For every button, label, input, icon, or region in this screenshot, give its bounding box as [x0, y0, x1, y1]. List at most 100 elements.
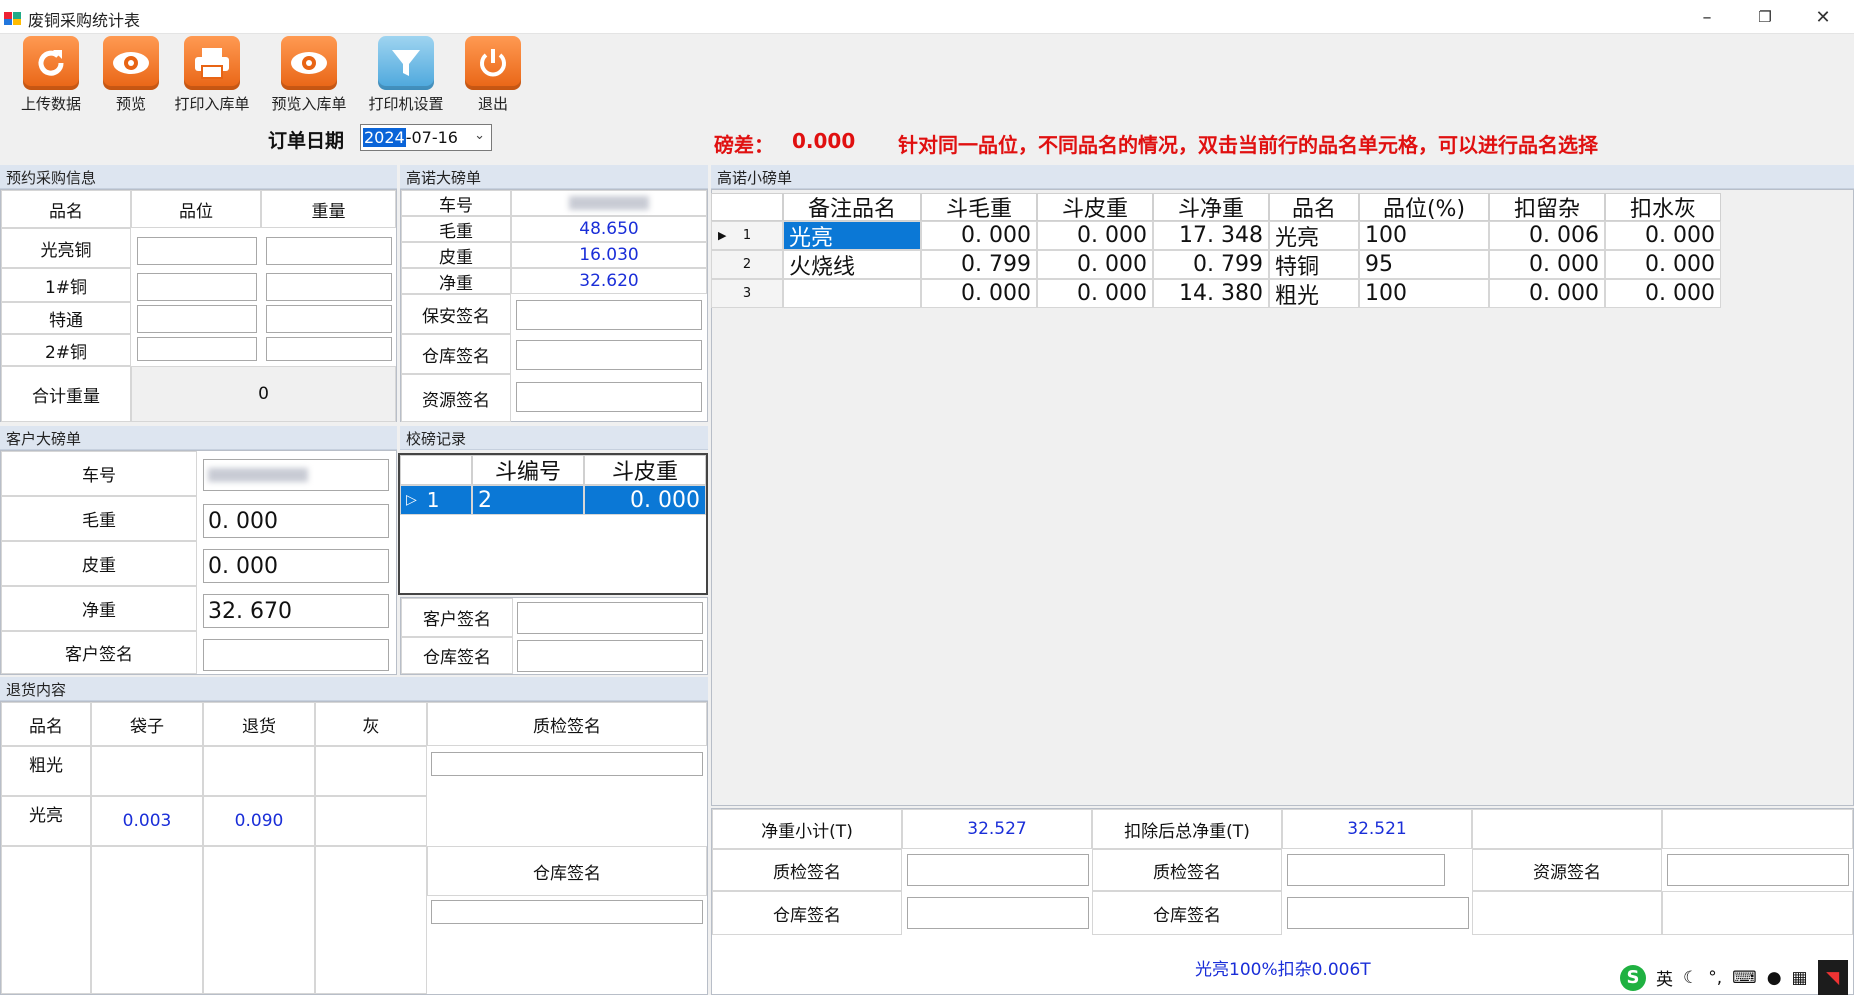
calib-customer-sign-input[interactable]: [517, 602, 703, 634]
eye-icon: [103, 36, 159, 90]
reserve-grade-input[interactable]: [137, 273, 257, 301]
grid-cell[interactable]: 0. 000: [1037, 279, 1153, 308]
grid-cell-remark[interactable]: 光亮: [783, 221, 921, 251]
return-row1-ash: [315, 746, 427, 796]
calib-cell-no[interactable]: 2: [472, 485, 584, 515]
grid-cell[interactable]: 0. 000: [1489, 279, 1605, 308]
grid-cell[interactable]: 100: [1359, 221, 1489, 250]
grid-cell[interactable]: 0. 000: [921, 279, 1037, 308]
calib-warehouse-sign-input[interactable]: [517, 640, 703, 672]
print-receipt-button[interactable]: 打印入库单: [167, 36, 257, 114]
summary-empty: [1472, 809, 1662, 849]
preview-button[interactable]: 预览: [86, 36, 176, 114]
qc-sign-input-1[interactable]: [907, 854, 1089, 886]
moon-icon[interactable]: ☾: [1683, 968, 1698, 988]
grid-cell-name[interactable]: 粗光: [1269, 279, 1359, 309]
qc-sign-label-1: 质检签名: [712, 849, 902, 891]
preview-receipt-button[interactable]: 预览入库单: [264, 36, 354, 114]
grid-cell-name[interactable]: 特铜: [1269, 250, 1359, 280]
grid-cell[interactable]: 0. 000: [1605, 250, 1721, 279]
resource-sign-input-2[interactable]: [1667, 854, 1849, 886]
qc-sign-input-2[interactable]: [1287, 854, 1445, 886]
reserve-weight-input[interactable]: [266, 305, 392, 333]
grid-cell[interactable]: 0. 000: [1605, 279, 1721, 308]
reserve-weight-input[interactable]: [266, 237, 392, 265]
keyboard-icon[interactable]: ⌨: [1732, 968, 1757, 988]
calib-row-index[interactable]: ▷ 1: [400, 485, 472, 515]
small-grid-body: 备注品名 斗毛重 斗皮重 斗净重 品名 品位(%) 扣留杂 扣水灰 ▶ 1 光亮 …: [711, 193, 1721, 313]
cust-plate-input[interactable]: [203, 459, 389, 491]
reserve-row-label: 特通: [1, 302, 131, 334]
grid-cell[interactable]: 95: [1359, 250, 1489, 279]
cust-net-input[interactable]: 32. 670: [203, 594, 389, 628]
reserve-grade-input[interactable]: [137, 337, 257, 361]
warehouse-sign-input-2[interactable]: [1287, 897, 1469, 929]
warehouse-sign-label-1: 仓库签名: [712, 891, 902, 935]
calib-header-tare: 斗皮重: [584, 455, 706, 485]
total-weight-value: 0: [131, 366, 396, 422]
tare-value: 16.030: [511, 242, 707, 268]
grid-header: 备注品名: [783, 193, 921, 222]
chevron-down-icon[interactable]: ⌄: [474, 128, 485, 143]
calib-cell-tare[interactable]: 0. 000: [584, 485, 706, 515]
calib-warehouse-sign-label: 仓库签名: [401, 637, 513, 674]
close-button[interactable]: ✕: [1800, 0, 1846, 34]
grid-icon[interactable]: ▦: [1792, 968, 1808, 988]
order-date-picker[interactable]: 2024 -07-16 ⌄: [360, 124, 492, 151]
reserve-weight-input[interactable]: [266, 337, 392, 361]
summary-empty: [1472, 891, 1662, 935]
punct-icon[interactable]: °,: [1708, 968, 1722, 988]
grid-cell[interactable]: 100: [1359, 279, 1489, 308]
grid-cell-remark[interactable]: 火烧线: [783, 250, 921, 280]
grid-cell[interactable]: 0. 006: [1489, 221, 1605, 250]
minimize-button[interactable]: –: [1684, 0, 1730, 34]
grid-cell-name[interactable]: 光亮: [1269, 221, 1359, 251]
reserve-weight-input[interactable]: [266, 273, 392, 301]
sogou-logo-icon[interactable]: S: [1620, 964, 1646, 991]
grid-cell[interactable]: 14. 380: [1153, 279, 1269, 308]
flag-icon[interactable]: ◥: [1817, 960, 1848, 995]
grid-cell[interactable]: 0. 799: [1153, 250, 1269, 279]
summary-empty: [1662, 891, 1853, 935]
grid-row-header[interactable]: 3: [711, 279, 783, 308]
restore-button[interactable]: ❐: [1742, 0, 1788, 34]
reserve-grade-input[interactable]: [137, 237, 257, 265]
reserve-row-label: 光亮铜: [1, 228, 131, 268]
grid-cell[interactable]: 0. 000: [1037, 221, 1153, 250]
cust-sign-input[interactable]: [203, 639, 389, 671]
security-sign-input[interactable]: [516, 300, 702, 330]
return-warehouse-sign-input[interactable]: [431, 900, 703, 924]
gaonuo-big-title: 高诺大磅单: [400, 165, 708, 189]
reserve-header-grade: 品位: [131, 190, 261, 228]
cust-gross-input[interactable]: 0. 000: [203, 504, 389, 538]
grid-cell[interactable]: 0. 000: [1605, 221, 1721, 250]
cust-tare-label: 皮重: [1, 541, 197, 586]
grid-row-header[interactable]: 2: [711, 250, 783, 279]
title-bar: 废铜采购统计表 – ❐ ✕: [0, 0, 1854, 34]
power-icon: [465, 36, 521, 90]
return-warehouse-sign-label: 仓库签名: [427, 846, 707, 896]
grid-cell-remark[interactable]: [783, 279, 921, 308]
exit-button[interactable]: 退出: [448, 36, 538, 114]
warehouse-sign-input-1[interactable]: [907, 897, 1089, 929]
grid-cell[interactable]: 0. 000: [921, 221, 1037, 250]
calib-grid[interactable]: 斗编号 斗皮重 ▷ 1 2 0. 000: [398, 453, 708, 595]
calib-title: 校磅记录: [400, 426, 708, 450]
grid-cell[interactable]: 0. 000: [1489, 250, 1605, 279]
upload-data-button[interactable]: 上传数据: [6, 36, 96, 114]
ime-lang[interactable]: 英: [1656, 965, 1673, 990]
user-icon[interactable]: ●: [1767, 968, 1782, 988]
printer-settings-button[interactable]: 打印机设置: [361, 36, 451, 114]
warehouse-sign-input[interactable]: [516, 340, 702, 370]
grid-cell[interactable]: 0. 799: [921, 250, 1037, 279]
grid-cell[interactable]: 0. 000: [1037, 250, 1153, 279]
return-qc-sign-input[interactable]: [431, 752, 703, 776]
grid-row-header[interactable]: ▶ 1: [711, 221, 783, 250]
cust-tare-input[interactable]: 0. 000: [203, 549, 389, 583]
calib-customer-sign-label: 客户签名: [401, 598, 513, 637]
grid-cell[interactable]: 17. 348: [1153, 221, 1269, 250]
reserve-grade-input[interactable]: [137, 305, 257, 333]
return-row2-ash: [315, 796, 427, 846]
resource-sign-input[interactable]: [516, 382, 702, 412]
grid-header: 扣水灰: [1605, 193, 1721, 222]
